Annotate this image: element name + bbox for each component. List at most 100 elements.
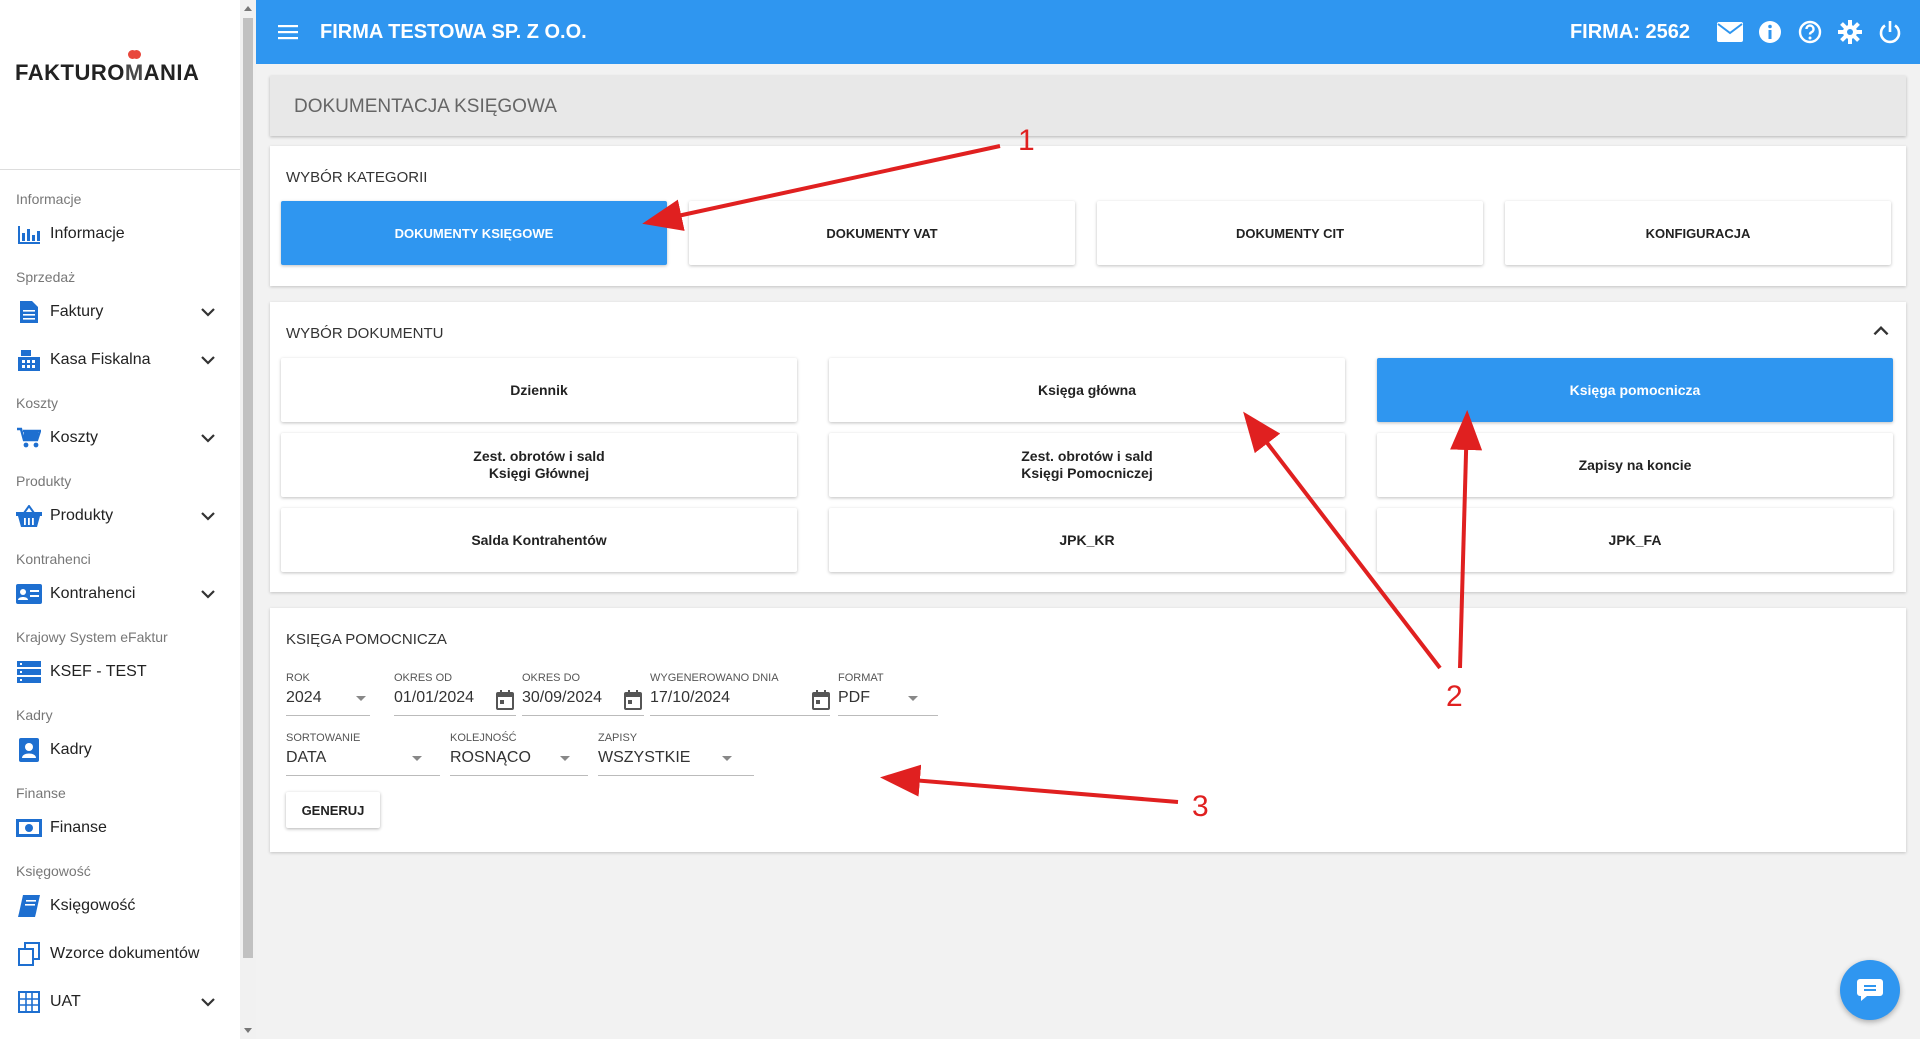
copy-documents-icon <box>16 942 42 966</box>
sidebar-item-label: Informacje <box>50 225 125 242</box>
sidebar-item-wzorce-dokumentow[interactable]: Wzorce dokumentów <box>0 930 240 978</box>
underline <box>838 715 938 716</box>
sidebar-item-kontrahenci[interactable]: Kontrahenci <box>0 570 240 618</box>
chevron-down-icon[interactable] <box>198 350 218 370</box>
page-header: DOKUMENTACJA KSIĘGOWA <box>270 76 1906 136</box>
chevron-down-icon[interactable] <box>198 506 218 526</box>
document-icon <box>16 300 42 324</box>
info-icon[interactable] <box>1756 18 1784 46</box>
section-ksiegowosc: Księgowość <box>16 863 91 879</box>
dropdown-arrow-icon <box>356 696 366 701</box>
doc-button-dziennik[interactable]: Dziennik <box>281 358 797 422</box>
doc-button-zest-obrotow-glownej[interactable]: Zest. obrotów i sald Księgi Głównej <box>281 433 797 497</box>
section-finanse: Finanse <box>16 785 66 801</box>
dropdown-arrow-icon <box>722 756 732 761</box>
logo-area: FAKTUROMANIA <box>0 0 240 170</box>
topbar-actions: FIRMA: 2562 <box>1570 0 1904 64</box>
mail-icon[interactable] <box>1716 18 1744 46</box>
annotation-label-1: 1 <box>1018 124 1035 157</box>
dropdown-arrow-icon <box>412 756 422 761</box>
sidebar-item-informacje[interactable]: Informacje <box>0 210 240 258</box>
sidebar-item-label: UAT <box>50 993 81 1010</box>
format-select[interactable]: FORMAT PDF <box>838 672 938 718</box>
sidebar-item-uat[interactable]: UAT <box>0 978 240 1026</box>
sidebar-item-label: Wzorce dokumentów <box>50 945 200 962</box>
annotation-label-3: 3 <box>1192 790 1209 823</box>
sidebar-item-ksef[interactable]: KSEF - TEST <box>0 648 240 696</box>
sidebar-scrollbar[interactable] <box>240 0 256 1039</box>
calendar-icon[interactable] <box>496 690 514 710</box>
wygenerowano-dnia-field[interactable]: WYGENEROWANO DNIA 17/10/2024 <box>650 672 830 718</box>
sidebar-item-label: Kasa Fiskalna <box>50 351 151 368</box>
chevron-down-icon[interactable] <box>198 428 218 448</box>
person-book-icon <box>16 738 42 762</box>
chevron-down-icon[interactable] <box>198 302 218 322</box>
doc-button-zapisy-na-koncie[interactable]: Zapisy na koncie <box>1377 433 1893 497</box>
sidebar-item-koszty[interactable]: Koszty <box>0 414 240 462</box>
section-ksef: Krajowy System eFaktur <box>16 629 168 645</box>
chevron-down-icon[interactable] <box>198 584 218 604</box>
underline <box>286 775 440 776</box>
cart-icon <box>16 426 42 450</box>
section-koszty: Koszty <box>16 395 59 411</box>
category-button-dokumenty-vat[interactable]: DOKUMENTY VAT <box>689 201 1075 265</box>
category-button-konfiguracja[interactable]: KONFIGURACJA <box>1505 201 1891 265</box>
sortowanie-select[interactable]: SORTOWANIE DATA <box>286 732 440 778</box>
help-icon[interactable] <box>1796 18 1824 46</box>
underline <box>394 715 516 716</box>
calendar-icon[interactable] <box>624 690 642 710</box>
underline <box>286 715 370 716</box>
bar-chart-icon <box>16 222 42 246</box>
scroll-down-arrow-icon[interactable] <box>244 1028 252 1033</box>
doc-button-jpk-kr[interactable]: JPK_KR <box>829 508 1345 572</box>
sidebar-item-produkty[interactable]: Produkty <box>0 492 240 540</box>
basket-icon <box>16 504 42 528</box>
okres-od-field[interactable]: OKRES OD 01/01/2024 <box>394 672 516 718</box>
calendar-icon[interactable] <box>812 690 830 710</box>
sidebar-item-finanse[interactable]: Finanse <box>0 804 240 852</box>
chevron-down-icon[interactable] <box>198 992 218 1012</box>
scrollbar-thumb[interactable] <box>243 18 253 958</box>
sidebar-item-ksiegowosc[interactable]: Księgowość <box>0 882 240 930</box>
okres-do-label: OKRES DO <box>522 672 581 684</box>
generuj-button[interactable]: GENERUJ <box>286 792 380 828</box>
underline <box>650 715 830 716</box>
form-card: KSIĘGA POMOCNICZA ROK 2024 OKRES OD 01/0… <box>270 608 1906 852</box>
company-name: FIRMA TESTOWA SP. Z O.O. <box>320 20 587 43</box>
sidebar-nav: Informacje Informacje Sprzedaż Faktury K… <box>0 170 240 1039</box>
kolejnosc-select[interactable]: KOLEJNOŚĆ ROSNĄCO <box>450 732 588 778</box>
logo[interactable]: FAKTUROMANIA <box>15 50 199 86</box>
sidebar-item-faktury[interactable]: Faktury <box>0 288 240 336</box>
category-button-dokumenty-cit[interactable]: DOKUMENTY CIT <box>1097 201 1483 265</box>
okres-do-field[interactable]: OKRES DO 30/09/2024 <box>522 672 644 718</box>
doc-button-jpk-fa[interactable]: JPK_FA <box>1377 508 1893 572</box>
section-informacje: Informacje <box>16 191 82 207</box>
sidebar-item-label: Kadry <box>50 741 92 758</box>
money-icon <box>16 816 42 840</box>
chevron-up-icon[interactable] <box>1870 320 1892 342</box>
hamburger-menu-icon[interactable] <box>278 20 302 44</box>
server-icon <box>16 660 42 684</box>
gear-icon[interactable] <box>1836 18 1864 46</box>
wygenerowano-dnia-label: WYGENEROWANO DNIA <box>650 672 779 684</box>
sidebar-item-kadry[interactable]: Kadry <box>0 726 240 774</box>
scroll-up-arrow-icon[interactable] <box>244 6 252 11</box>
category-button-dokumenty-ksiegowe[interactable]: DOKUMENTY KSIĘGOWE <box>281 201 667 265</box>
doc-button-ksiega-glowna[interactable]: Księga główna <box>829 358 1345 422</box>
sortowanie-label: SORTOWANIE <box>286 732 361 744</box>
chat-button[interactable] <box>1840 960 1900 1020</box>
sidebar-item-label: KSEF - TEST <box>50 663 147 680</box>
contact-card-icon <box>16 582 42 606</box>
doc-button-ksiega-pomocnicza[interactable]: Księga pomocnicza <box>1377 358 1893 422</box>
section-kadry: Kadry <box>16 707 53 723</box>
sidebar-item-kasa-fiskalna[interactable]: Kasa Fiskalna <box>0 336 240 384</box>
underline <box>522 715 644 716</box>
sidebar-item-label: Koszty <box>50 429 99 446</box>
underline <box>450 775 588 776</box>
book-icon <box>16 894 42 918</box>
rok-select[interactable]: ROK 2024 <box>286 672 370 718</box>
doc-button-zest-obrotow-pomocniczej[interactable]: Zest. obrotów i sald Księgi Pomocniczej <box>829 433 1345 497</box>
doc-button-salda-kontrahentow[interactable]: Salda Kontrahentów <box>281 508 797 572</box>
power-icon[interactable] <box>1876 18 1904 46</box>
zapisy-select[interactable]: ZAPISY WSZYSTKIE <box>598 732 754 778</box>
